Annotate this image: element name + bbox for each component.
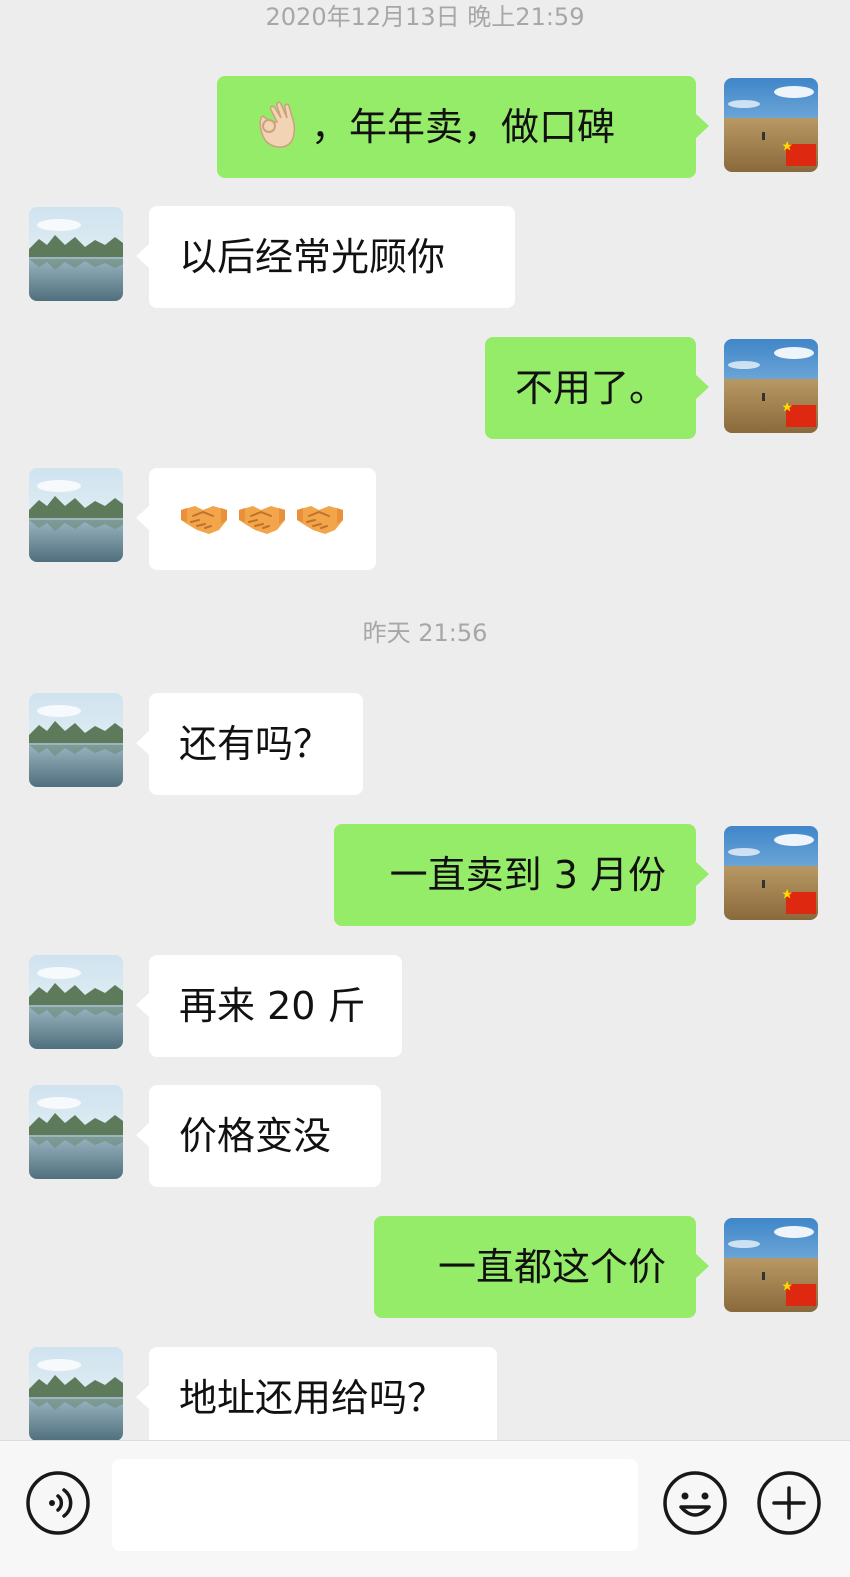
message-input[interactable]	[112, 1459, 638, 1551]
handshake-icon	[295, 498, 345, 538]
message-bubble-incoming[interactable]: 再来 20 斤	[136, 955, 402, 1057]
chat-area[interactable]: 2020年12月13日 晚上21:59 ，年年卖，做口碑 以后经常光顾你 不用了…	[0, 0, 850, 1440]
avatar-self[interactable]	[724, 78, 818, 172]
message-text: 以后经常光顾你	[179, 235, 446, 279]
message-bubble-incoming[interactable]: 价格变没	[136, 1085, 381, 1187]
message-text: 还有吗？	[179, 722, 332, 766]
chat-input-bar	[0, 1440, 850, 1577]
message-bubble-outgoing[interactable]: ，年年卖，做口碑	[217, 76, 709, 178]
avatar-self[interactable]	[724, 826, 818, 920]
message-bubble-incoming[interactable]	[136, 468, 376, 570]
avatar-contact[interactable]	[29, 468, 123, 562]
message-text: 地址还用给吗？	[179, 1376, 446, 1420]
voice-icon[interactable]	[24, 1469, 92, 1537]
message-bubble-outgoing[interactable]: 不用了。	[485, 337, 709, 439]
message-text: 一直卖到 3 月份	[389, 853, 666, 897]
avatar-self[interactable]	[724, 1218, 818, 1312]
avatar-contact[interactable]	[29, 693, 123, 787]
message-bubble-outgoing[interactable]: 一直卖到 3 月份	[334, 824, 709, 926]
message-text: ，年年卖，做口碑	[311, 105, 616, 149]
timestamp: 2020年12月13日 晚上21:59	[265, 3, 585, 31]
avatar-contact[interactable]	[29, 955, 123, 1049]
plus-icon[interactable]	[755, 1469, 823, 1537]
message-bubble-outgoing[interactable]: 一直都这个价	[374, 1216, 709, 1318]
avatar-contact[interactable]	[29, 1347, 123, 1440]
message-text: 一直都这个价	[437, 1245, 666, 1289]
timestamp: 昨天 21:56	[362, 619, 488, 647]
message-bubble-incoming[interactable]: 以后经常光顾你	[136, 206, 515, 308]
ok-hand-icon	[259, 101, 296, 148]
message-bubble-incoming[interactable]: 地址还用给吗？	[136, 1347, 497, 1440]
emoji-icon[interactable]	[661, 1469, 729, 1537]
avatar-contact[interactable]	[29, 1085, 123, 1179]
message-text: 价格变没	[179, 1114, 332, 1158]
emoji-sticker-row	[179, 468, 345, 538]
message-text: 再来 20 斤	[179, 984, 366, 1028]
message-text: 不用了。	[515, 366, 668, 410]
handshake-icon	[179, 498, 229, 538]
message-bubble-incoming[interactable]: 还有吗？	[136, 693, 363, 795]
avatar-self[interactable]	[724, 339, 818, 433]
avatar-contact[interactable]	[29, 207, 123, 301]
handshake-icon	[237, 498, 287, 538]
